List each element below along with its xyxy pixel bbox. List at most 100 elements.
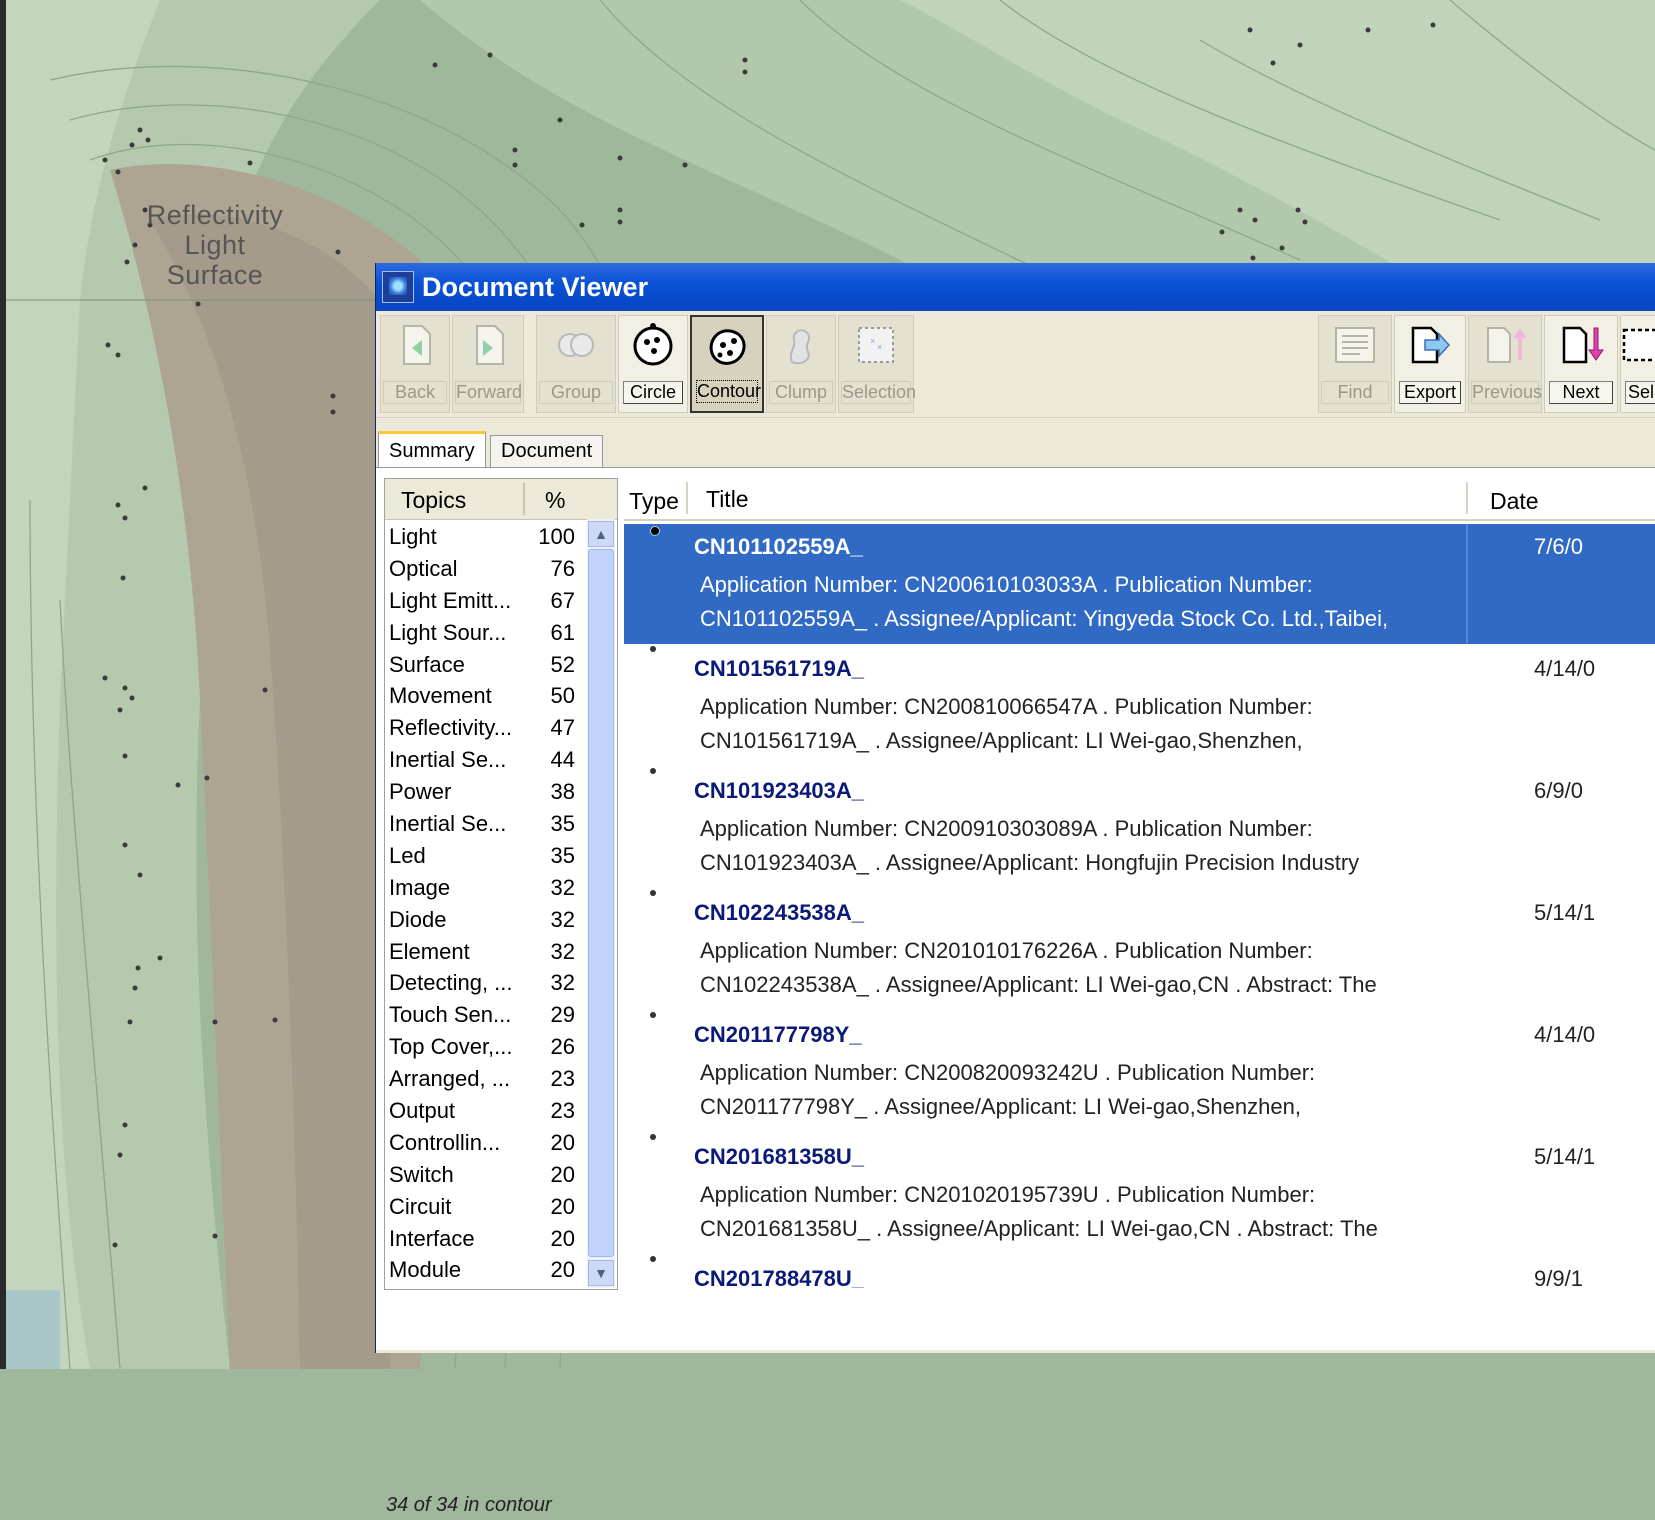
result-snippet-line: Application Number: CN201010176226A . Pu… xyxy=(700,938,1313,963)
topic-name: Diode xyxy=(389,906,447,932)
topic-name: Output xyxy=(389,1098,456,1124)
topic-row[interactable]: Detecting, ... 32 xyxy=(385,967,585,999)
back-button[interactable]: Back xyxy=(380,315,450,413)
topic-row[interactable]: Inertial Se... 44 xyxy=(385,744,585,776)
topic-row[interactable]: Light Sour... 61 xyxy=(385,617,585,649)
back-arrow-icon xyxy=(403,325,431,365)
result-row[interactable]: CN102243538A_ Application Number: CN20101… xyxy=(624,890,1655,1012)
topic-name: Optical xyxy=(389,555,458,581)
topic-name: Movement xyxy=(389,683,492,709)
find-document-icon xyxy=(1335,327,1375,363)
result-snippet-line: CN201177798Y_ . Assignee/Applicant: LI W… xyxy=(700,1094,1301,1119)
topics-scrollbar[interactable]: ▲ ▼ xyxy=(587,519,615,1288)
topic-row[interactable]: Image 32 xyxy=(385,872,585,904)
type-bullet-icon xyxy=(650,526,660,536)
topic-row[interactable]: Light 100 xyxy=(385,521,585,553)
topic-row[interactable]: Surface 52 xyxy=(385,649,585,681)
topic-row[interactable]: Top Cover,... 26 xyxy=(385,1031,585,1063)
topic-row[interactable]: Touch Sen... 29 xyxy=(385,999,585,1031)
tab-document[interactable]: Document xyxy=(490,435,604,467)
title-column-header[interactable]: Title xyxy=(706,486,749,513)
column-divider[interactable] xyxy=(1466,482,1468,514)
selection-button[interactable]: × × Selection xyxy=(838,315,916,413)
results-list[interactable]: Type Title Date CN101102559A_ Application… xyxy=(624,478,1655,1288)
topic-name: Detecting, ... xyxy=(389,970,513,996)
topic-row[interactable]: Controllin... 20 xyxy=(385,1127,585,1159)
result-row[interactable]: CN201177798Y_ Application Number: CN20082… xyxy=(624,1012,1655,1134)
topic-row[interactable]: Element 32 xyxy=(385,936,585,968)
result-title: CN101561719A_ xyxy=(694,656,865,681)
result-date: 4/14/0 xyxy=(1534,1022,1596,1047)
scroll-up-icon[interactable]: ▲ xyxy=(588,521,614,547)
tab-summary[interactable]: Summary xyxy=(378,431,486,471)
results-header: Type Title Date xyxy=(624,478,1655,521)
topic-percent: 100 xyxy=(538,524,575,549)
topic-row[interactable]: Light Emitt... 67 xyxy=(385,585,585,617)
topic-row[interactable]: Inertial Se... 35 xyxy=(385,808,585,840)
result-snippet-line: Application Number: CN201020195739U . Pu… xyxy=(700,1182,1316,1207)
result-row[interactable]: CN101102559A_ Application Number: CN20061… xyxy=(624,524,1655,644)
circle-select-icon xyxy=(633,323,673,366)
find-button[interactable]: Find xyxy=(1318,315,1392,413)
date-column-header[interactable]: Date xyxy=(1490,488,1539,515)
topic-percent: 32 xyxy=(550,874,575,900)
result-date: 7/6/0 xyxy=(1534,534,1583,559)
topics-header: Topics % xyxy=(385,479,617,520)
topic-row[interactable]: Reflectivity... 47 xyxy=(385,712,585,744)
result-row[interactable]: CN201681358U_ Application Number: CN20102… xyxy=(624,1134,1655,1256)
topic-name: Inertial Se... xyxy=(389,747,507,773)
topic-row[interactable]: Optical 76 xyxy=(385,553,585,585)
toolbar: Back Forward Group Circle Contour Clump … xyxy=(376,311,1655,418)
topics-column-header[interactable]: Topics xyxy=(401,487,466,514)
topic-row[interactable]: Output 23 xyxy=(385,1095,585,1127)
map-label-line: Light xyxy=(184,230,246,260)
result-row[interactable]: CN101561719A_ Application Number: CN20081… xyxy=(624,646,1655,768)
topic-percent: 76 xyxy=(550,555,575,581)
next-button[interactable]: Next xyxy=(1544,315,1618,413)
title-bar[interactable]: Document Viewer xyxy=(376,263,1655,311)
clump-button[interactable]: Clump xyxy=(766,315,836,413)
group-button[interactable]: Group xyxy=(536,315,616,413)
topic-percent: 38 xyxy=(550,779,575,805)
topic-row[interactable]: Switch 20 xyxy=(385,1159,585,1191)
scroll-thumb[interactable] xyxy=(588,549,614,1257)
topic-percent: 35 xyxy=(550,842,575,868)
topic-row[interactable]: Arranged, ... 23 xyxy=(385,1063,585,1095)
column-divider[interactable] xyxy=(523,483,525,515)
result-row[interactable]: CN201788478U_ 9/9/1 xyxy=(624,1256,1655,1288)
result-date: 4/14/0 xyxy=(1534,656,1596,681)
circle-button[interactable]: Circle xyxy=(618,315,688,413)
export-label: Export xyxy=(1399,381,1461,404)
column-divider[interactable] xyxy=(686,482,688,514)
result-title: CN102243538A_ xyxy=(694,900,865,925)
topics-list[interactable]: Topics % Light 100 Optical 76 Light Emitt...… xyxy=(384,478,618,1290)
topic-row[interactable]: Module 20 xyxy=(385,1254,585,1286)
topic-row[interactable]: Power 38 xyxy=(385,776,585,808)
topic-row[interactable]: Movement 50 xyxy=(385,680,585,712)
topic-row[interactable]: Circuit 20 xyxy=(385,1191,585,1223)
topic-row[interactable]: Interface 20 xyxy=(385,1223,585,1255)
type-column-header[interactable]: Type xyxy=(624,488,684,515)
forward-button[interactable]: Forward xyxy=(452,315,524,413)
topic-row[interactable]: Led 35 xyxy=(385,840,585,872)
result-date: 9/9/1 xyxy=(1534,1266,1583,1288)
group-label: Group xyxy=(539,381,613,404)
clump-label: Clump xyxy=(769,381,833,404)
forward-label: Forward xyxy=(455,381,523,404)
export-button[interactable]: Export xyxy=(1394,315,1466,413)
scroll-down-icon[interactable]: ▼ xyxy=(588,1260,614,1286)
percent-column-header[interactable]: % xyxy=(545,487,565,514)
contour-button[interactable]: Contour xyxy=(690,315,764,413)
result-row[interactable]: CN101923403A_ Application Number: CN20091… xyxy=(624,768,1655,890)
topic-percent: 32 xyxy=(550,970,575,996)
map-label-line: Surface xyxy=(166,260,264,290)
select-button[interactable]: Sel xyxy=(1620,315,1655,413)
topic-row[interactable]: Diode 32 xyxy=(385,904,585,936)
topic-percent: 26 xyxy=(550,1034,575,1060)
topic-name: Light Emitt... xyxy=(389,587,512,613)
topic-percent: 20 xyxy=(550,1129,575,1155)
map-cluster-label[interactable]: Reflectivity Light Surface xyxy=(140,200,290,290)
previous-button[interactable]: Previous xyxy=(1468,315,1542,413)
circle-label: Circle xyxy=(623,381,683,404)
result-snippet-line: CN101923403A_ . Assignee/Applicant: Hong… xyxy=(700,850,1360,875)
